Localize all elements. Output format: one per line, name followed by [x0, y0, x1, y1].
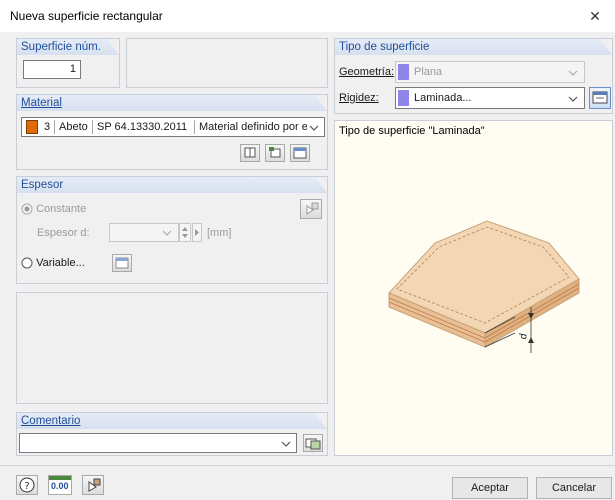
material-source: Material definido por el [199, 121, 307, 133]
close-icon[interactable]: ✕ [583, 4, 607, 28]
radio-unselected-icon [21, 257, 33, 269]
thickness-header: Espesor [17, 177, 327, 193]
stiffness-select[interactable]: Laminada... [395, 87, 585, 109]
material-separator-2 [92, 120, 93, 134]
variable-radio[interactable]: Variable... [21, 257, 85, 269]
edit-dialog-icon [592, 91, 608, 104]
book-icon [244, 147, 256, 158]
chevron-down-icon [281, 441, 291, 447]
decimal-places-icon [49, 476, 71, 480]
title-bar: Nueva superficie rectangular ✕ [0, 0, 615, 32]
chevron-down-icon [568, 70, 578, 76]
chevron-down-icon [309, 125, 319, 131]
help-icon: ? [19, 477, 35, 493]
thickness-step-button[interactable] [192, 223, 202, 242]
material-new-button[interactable] [265, 144, 285, 162]
surface-type-preview: Tipo de superficie "Laminada" d [334, 120, 613, 456]
geometry-label: Geometría: [339, 66, 395, 78]
thickness-pick-button[interactable] [300, 199, 322, 219]
pick-icon [88, 478, 101, 492]
material-color-swatch [26, 120, 38, 134]
pick-units-button[interactable] [82, 475, 104, 495]
radio-selected-icon [21, 203, 33, 215]
pick-icon [306, 202, 319, 215]
material-separator-3 [194, 120, 195, 134]
edit-dialog-icon [115, 257, 129, 269]
window-title: Nueva superficie rectangular [10, 9, 163, 23]
variable-label: Variable... [36, 257, 85, 269]
svg-text:?: ? [24, 481, 29, 492]
material-separator-1 [54, 120, 55, 134]
material-library-button[interactable] [240, 144, 260, 162]
surface-type-panel: Tipo de superficie Geometría: Plana Rigi… [334, 38, 613, 114]
geometry-color-swatch [398, 64, 409, 80]
thickness-unit: [mm] [207, 227, 232, 239]
material-name: Abeto [59, 121, 88, 133]
material-panel: Material 3 Abeto SP 64.13330.2011 Materi… [16, 94, 328, 170]
triangle-right-icon [195, 229, 199, 236]
constant-radio[interactable]: Constante [21, 203, 86, 215]
constant-label: Constante [36, 203, 87, 215]
material-select[interactable]: 3 Abeto SP 64.13330.2011 Material defini… [21, 117, 325, 137]
stiffness-edit-button[interactable] [589, 87, 611, 109]
decimal-places-text: 0.00 [51, 481, 69, 491]
laminated-plate-illustration [388, 220, 580, 353]
thickness-label: Espesor d: [37, 227, 90, 239]
surface-number-input[interactable]: 1 [23, 60, 81, 79]
help-button[interactable]: ? [16, 475, 38, 495]
comment-input[interactable] [19, 433, 297, 453]
stiffness-color-swatch [398, 90, 409, 106]
variable-edit-button[interactable] [112, 254, 132, 272]
geometry-value: Plana [414, 66, 443, 78]
material-norm: SP 64.13330.2011 [97, 121, 188, 133]
edit-dialog-icon [293, 147, 307, 159]
footer-divider [0, 465, 615, 466]
surface-type-header: Tipo de superficie [335, 39, 612, 55]
comment-library-icon [305, 438, 321, 450]
stiffness-value: Laminada... [414, 92, 472, 104]
surface-number-header: Superficie núm. [17, 39, 119, 55]
comment-panel: Comentario [16, 412, 328, 456]
chevron-down-icon [162, 230, 172, 236]
ok-button[interactable]: Aceptar [452, 477, 528, 499]
thickness-panel: Espesor Constante Espesor d: [mm] Variab… [16, 176, 328, 284]
chevron-down-icon [568, 96, 578, 102]
material-edit-button[interactable] [290, 144, 310, 162]
surface-number-extra-panel [126, 38, 328, 88]
cancel-button[interactable]: Cancelar [536, 477, 612, 499]
spinner-arrows-icon [182, 227, 188, 238]
comment-library-button[interactable] [303, 434, 323, 452]
thickness-spinner[interactable] [179, 223, 191, 242]
decimal-places-button[interactable]: 0.00 [48, 475, 72, 495]
empty-panel [16, 292, 328, 404]
dialog-window: Nueva superficie rectangular ✕ Superfici… [0, 0, 615, 500]
material-index: 3 [44, 121, 51, 133]
thickness-dimension-label: d [518, 333, 530, 340]
comment-header: Comentario [17, 413, 327, 429]
stiffness-label: Rigidez: [339, 92, 379, 104]
material-header: Material [17, 95, 327, 111]
geometry-select[interactable]: Plana [395, 61, 585, 83]
thickness-input[interactable] [109, 223, 179, 242]
new-material-icon [269, 147, 281, 158]
surface-number-panel: Superficie núm. 1 [16, 38, 120, 88]
